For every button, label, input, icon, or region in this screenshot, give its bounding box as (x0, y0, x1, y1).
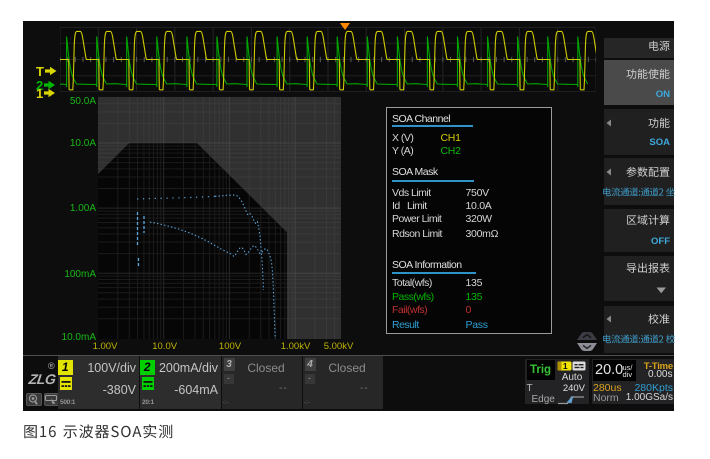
svg-text:1: 1 (562, 361, 567, 371)
